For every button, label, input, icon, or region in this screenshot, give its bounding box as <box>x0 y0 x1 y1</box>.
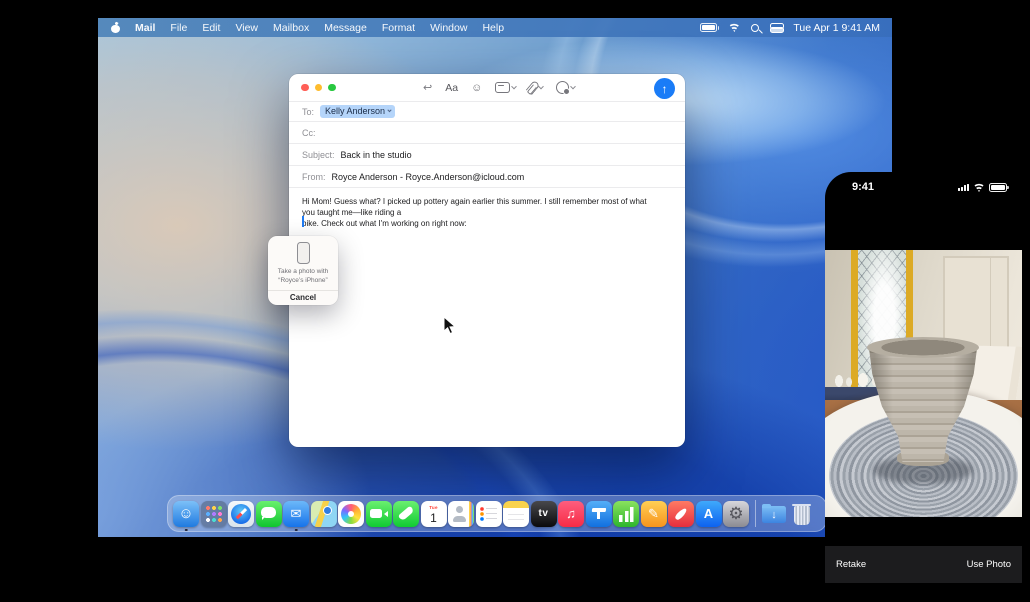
dock-icons: ☺ ✉ Tue1 tv♫ ✎ A⚙ ↓ <box>173 500 815 527</box>
undo-icon[interactable]: ↩ <box>423 81 432 94</box>
minimize-window-button[interactable] <box>315 84 323 92</box>
dock-icon-photos[interactable] <box>338 501 364 527</box>
dock-icon-safari[interactable] <box>228 501 254 527</box>
dock-icon-tv[interactable]: tv <box>531 501 557 527</box>
dock-icon-trash[interactable] <box>789 501 815 527</box>
menu-item-mail[interactable]: Mail <box>135 22 155 34</box>
cancel-button[interactable]: Cancel <box>268 291 338 305</box>
dock-icon-reminders[interactable] <box>476 501 502 527</box>
menu-bar-status: Tue Apr 1 9:41 AM <box>700 22 880 34</box>
dock-icon-downloads[interactable]: ↓ <box>761 501 787 527</box>
dock-icon-facetime[interactable] <box>366 501 392 527</box>
dock: ☺ ✉ Tue1 tv♫ ✎ A⚙ ↓ <box>167 495 827 532</box>
header-fields-glyph <box>495 82 510 93</box>
toolbar-icons: ↩ Aa ☺ <box>423 81 575 94</box>
menu-item-format[interactable]: Format <box>382 22 415 34</box>
recipient-name: Kelly Anderson <box>325 106 385 116</box>
dock-icon-rocket[interactable] <box>668 501 694 527</box>
dock-icon-settings[interactable]: ⚙ <box>723 501 749 527</box>
subject-field[interactable]: Subject: Back in the studio <box>289 144 685 166</box>
text-caret <box>302 216 304 227</box>
compose-toolbar: ↩ Aa ☺ ↑ <box>289 74 685 102</box>
dock-icon-notes[interactable] <box>503 501 529 527</box>
iphone-screen: 9:41 Retake Use Photo <box>825 172 1022 602</box>
dock-icon-mail[interactable]: ✉ <box>283 501 309 527</box>
popup-message-line1: Take a photo with <box>278 268 329 277</box>
dock-icon-maps[interactable] <box>311 501 337 527</box>
cc-label: Cc: <box>302 128 316 138</box>
apple-menu-icon[interactable] <box>110 22 121 33</box>
menu-bar: Mail File Edit View Mailbox Message Format Wind… <box>98 18 892 37</box>
iphone-clock: 9:41 <box>852 181 874 193</box>
attach-icon[interactable] <box>529 81 543 94</box>
emoji-icon[interactable]: ☺ <box>471 82 482 94</box>
mouse-pointer <box>443 316 456 340</box>
menu-item-help[interactable]: Help <box>482 22 504 34</box>
menu-item-window[interactable]: Window <box>430 22 467 34</box>
cc-field[interactable]: Cc: <box>289 122 685 144</box>
iphone-icon <box>297 242 310 264</box>
from-value: Royce Anderson - Royce.Anderson@icloud.c… <box>332 172 525 182</box>
header-fields-icon[interactable] <box>495 82 516 93</box>
menu-item-edit[interactable]: Edit <box>202 22 220 34</box>
send-button[interactable]: ↑ <box>654 78 675 99</box>
dock-divider <box>755 500 756 527</box>
wifi-icon[interactable] <box>728 23 740 32</box>
dock-icon-phone[interactable] <box>393 501 419 527</box>
close-window-button[interactable] <box>301 84 309 92</box>
mac-desktop: Mail File Edit View Mailbox Message Format Wind… <box>98 18 892 537</box>
dock-icon-music[interactable]: ♫ <box>558 501 584 527</box>
battery-icon <box>989 183 1007 192</box>
insert-photo-icon[interactable] <box>556 81 575 94</box>
message-body[interactable]: Hi Mom! Guess what? I picked up pottery … <box>289 188 673 230</box>
iphone-status-icons <box>958 183 1007 192</box>
dock-icon-finder[interactable]: ☺ <box>173 501 199 527</box>
dock-icon-launchpad[interactable] <box>201 501 227 527</box>
menu-items: Mail File Edit View Mailbox Message Format Wind… <box>135 22 504 34</box>
dock-icon-contacts[interactable] <box>448 501 474 527</box>
to-label: To: <box>302 107 314 117</box>
search-icon[interactable] <box>751 24 759 32</box>
window-controls <box>301 84 336 92</box>
popup-message-line2: “Royce’s iPhone” <box>278 277 329 286</box>
popup-message: Take a photo with “Royce’s iPhone” <box>278 268 329 286</box>
chevron-down-icon <box>570 83 576 89</box>
dock-icon-numbers[interactable] <box>613 501 639 527</box>
menu-item-message[interactable]: Message <box>324 22 367 34</box>
from-field[interactable]: From: Royce Anderson - Royce.Anderson@ic… <box>289 166 685 188</box>
bowl-rim <box>867 337 979 358</box>
photo-glyph <box>556 81 569 94</box>
menu-bar-clock[interactable]: Tue Apr 1 9:41 AM <box>793 22 880 34</box>
menu-item-view[interactable]: View <box>235 22 258 34</box>
battery-icon[interactable] <box>700 23 717 32</box>
chevron-down-icon <box>511 83 517 89</box>
chevron-down-icon <box>538 83 544 89</box>
format-icon[interactable]: Aa <box>445 82 458 94</box>
use-photo-button[interactable]: Use Photo <box>967 559 1011 570</box>
control-center-icon[interactable] <box>770 23 782 33</box>
dock-icon-keynote[interactable] <box>586 501 612 527</box>
subject-label: Subject: <box>302 150 335 160</box>
zoom-window-button[interactable] <box>328 84 336 92</box>
chevron-down-icon <box>387 108 391 112</box>
dock-icon-appstore[interactable]: A <box>696 501 722 527</box>
dock-icon-calendar[interactable]: Tue1 <box>421 501 447 527</box>
menu-item-file[interactable]: File <box>170 22 187 34</box>
continuity-camera-popup: Take a photo with “Royce’s iPhone” Cance… <box>268 236 338 305</box>
camera-action-bar: Retake Use Photo <box>825 546 1022 583</box>
screenshot-canvas: Mail File Edit View Mailbox Message Format Wind… <box>0 0 1030 602</box>
cellular-icon <box>958 184 969 192</box>
dock-icon-messages[interactable] <box>256 501 282 527</box>
to-field[interactable]: To: Kelly Anderson <box>289 102 685 122</box>
menu-item-mailbox[interactable]: Mailbox <box>273 22 309 34</box>
camera-preview-photo <box>825 250 1022 517</box>
dock-icon-pages[interactable]: ✎ <box>641 501 667 527</box>
retake-button[interactable]: Retake <box>836 559 866 570</box>
wifi-icon <box>973 183 985 192</box>
iphone-status-bar: 9:41 <box>825 181 1022 195</box>
mail-compose-window: ↩ Aa ☺ ↑ To: Kelly Anderson Cc: Subject:… <box>289 74 685 447</box>
subject-value: Back in the studio <box>341 150 412 160</box>
recipient-token[interactable]: Kelly Anderson <box>320 105 395 119</box>
from-label: From: <box>302 172 326 182</box>
